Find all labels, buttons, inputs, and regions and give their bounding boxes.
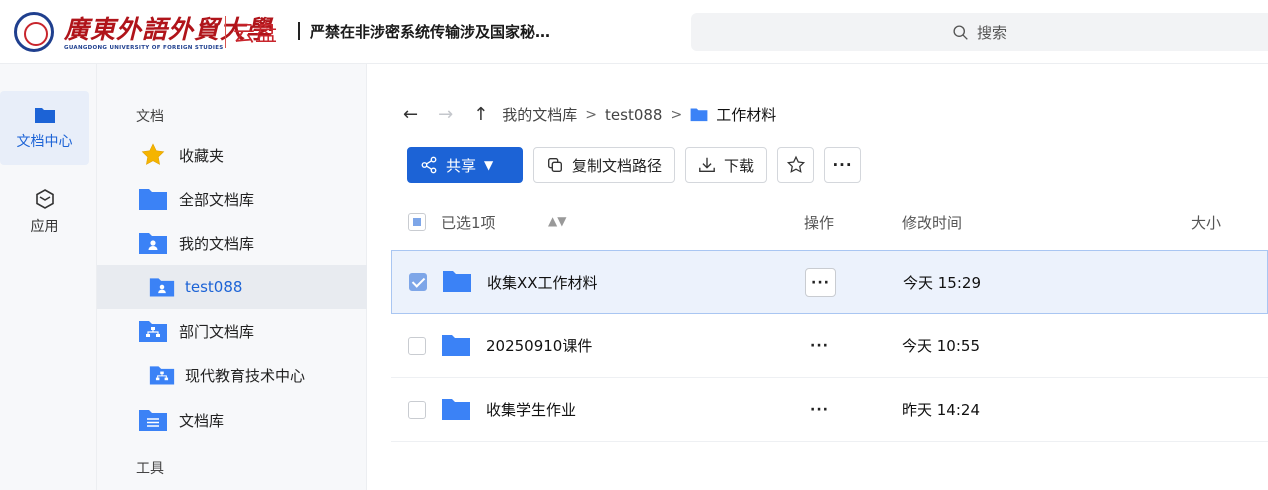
nav-document-center[interactable]: 文档中心 <box>0 91 89 165</box>
tree-item-label: 部门文档库 <box>179 322 255 341</box>
search-icon <box>953 24 968 40</box>
download-button[interactable]: 下载 <box>685 147 768 183</box>
folder-icon <box>138 186 168 212</box>
select-all-checkbox[interactable] <box>408 213 426 231</box>
tree-item-favorites[interactable]: 收藏夹 <box>97 133 367 177</box>
breadcrumb-current: 工作材料 <box>716 106 777 124</box>
row-more-button[interactable]: ··· <box>804 395 835 424</box>
folder-icon <box>443 271 471 292</box>
title-divider <box>298 22 300 40</box>
star-icon <box>138 142 168 168</box>
folder-icon <box>442 335 470 356</box>
breadcrumb-test088[interactable]: test088 <box>605 106 662 124</box>
nav-apps[interactable]: 应用 <box>0 174 89 248</box>
copy-path-button[interactable]: 复制文档路径 <box>533 147 676 183</box>
personal-folder-icon <box>147 274 177 300</box>
chevron-right-icon: > <box>670 106 683 123</box>
breadcrumb: ← → ↑ 我的文档库 > test088 > 工作材料 <box>403 104 776 125</box>
tree-item-document-library[interactable]: 文档库 <box>97 398 367 442</box>
back-arrow-icon[interactable]: ← <box>403 104 418 125</box>
row-checkbox[interactable] <box>408 337 426 355</box>
download-label: 下载 <box>724 156 755 175</box>
tree-item-label: 全部文档库 <box>179 190 255 209</box>
tree-item-department-library[interactable]: 部门文档库 <box>97 309 367 353</box>
row-modified: 昨天 14:24 <box>902 401 980 419</box>
tree-item-test088[interactable]: test088 <box>97 265 367 309</box>
nav-label: 文档中心 <box>16 134 73 150</box>
more-dots-icon: ··· <box>832 156 853 174</box>
tree-item-label: 我的文档库 <box>179 234 255 253</box>
up-arrow-icon[interactable]: ↑ <box>473 104 488 125</box>
tree-item-my-library[interactable]: 我的文档库 <box>97 221 367 265</box>
department-folder-icon <box>138 318 168 344</box>
app-cube-icon <box>35 189 54 209</box>
download-icon <box>699 157 715 172</box>
share-label: 共享 <box>446 156 477 175</box>
column-actions: 操作 <box>804 214 835 232</box>
column-modified[interactable]: 修改时间 <box>902 212 962 233</box>
university-seal-logo <box>14 12 54 52</box>
copy-path-label: 复制文档路径 <box>572 156 663 175</box>
row-name[interactable]: 收集XX工作材料 <box>487 272 598 293</box>
forward-arrow-icon[interactable]: → <box>438 104 453 125</box>
row-modified: 今天 15:29 <box>903 274 981 292</box>
department-folder-icon <box>147 362 177 388</box>
selected-count: 已选1项 <box>441 214 496 232</box>
search-input[interactable]: 搜索 <box>691 13 1268 51</box>
left-nav: 文档中心 应用 <box>0 64 97 490</box>
document-tree: 文档 收藏夹 全部文档库 我的文档库 test088 部门文档库 现代教育技术中… <box>97 64 367 490</box>
sort-icon[interactable]: ▲▼ <box>548 214 566 228</box>
tree-item-all-libraries[interactable]: 全部文档库 <box>97 177 367 221</box>
logo-divider <box>225 16 226 48</box>
toolbar: 共享 ▼ 复制文档路径 下载 ··· <box>407 147 862 183</box>
tree-item-edu-tech-center[interactable]: 现代教育技术中心 <box>97 353 367 397</box>
main-content: ← → ↑ 我的文档库 > test088 > 工作材料 共享 ▼ 复制文档路径… <box>367 64 1268 490</box>
row-name[interactable]: 20250910课件 <box>486 335 592 356</box>
share-button[interactable]: 共享 ▼ <box>407 147 523 183</box>
tree-item-label: test088 <box>185 278 243 296</box>
folder-icon <box>442 399 470 420</box>
table-row[interactable]: 收集学生作业 ··· 昨天 14:24 <box>391 378 1268 442</box>
tree-item-label: 现代教育技术中心 <box>185 366 306 385</box>
search-placeholder: 搜索 <box>976 23 1007 42</box>
university-logo-english: GUANGDONG UNIVERSITY OF FOREIGN STUDIES <box>64 45 224 51</box>
table-header: 已选1项 ▲▼ 操作 修改时间 大小 <box>391 200 1268 244</box>
tree-item-label: 收藏夹 <box>179 146 225 165</box>
row-name[interactable]: 收集学生作业 <box>486 399 576 420</box>
row-checkbox[interactable] <box>408 401 426 419</box>
section-heading-docs: 文档 <box>136 109 164 125</box>
chevron-right-icon: > <box>585 106 598 123</box>
row-more-button[interactable]: ··· <box>805 268 836 297</box>
caret-down-icon: ▼ <box>484 158 494 172</box>
row-checkbox[interactable] <box>409 273 427 291</box>
top-bar: 廣東外語外貿大學 GUANGDONG UNIVERSITY OF FOREIGN… <box>0 0 1268 64</box>
row-modified: 今天 10:55 <box>902 337 980 355</box>
table-row[interactable]: 20250910课件 ··· 今天 10:55 <box>391 314 1268 378</box>
nav-label: 应用 <box>30 219 59 235</box>
library-folder-icon <box>138 407 168 433</box>
personal-folder-icon <box>138 230 168 256</box>
folder-icon <box>690 108 708 122</box>
more-actions-button[interactable]: ··· <box>824 147 862 183</box>
section-heading-tools: 工具 <box>136 461 164 477</box>
page-title: 严禁在非涉密系统传输涉及国家秘… <box>310 23 551 41</box>
breadcrumb-my-library[interactable]: 我的文档库 <box>502 104 577 125</box>
favorite-button[interactable] <box>777 147 815 183</box>
row-more-button[interactable]: ··· <box>804 331 835 360</box>
star-outline-icon <box>786 155 805 173</box>
folder-icon <box>34 108 55 123</box>
copy-icon <box>548 158 562 172</box>
share-icon <box>421 156 437 174</box>
table-row[interactable]: 收集XX工作材料 ··· 今天 15:29 <box>391 250 1268 314</box>
tree-item-label: 文档库 <box>179 411 225 430</box>
brand-name: 云盘 <box>233 22 278 47</box>
column-size[interactable]: 大小 <box>1191 212 1221 233</box>
